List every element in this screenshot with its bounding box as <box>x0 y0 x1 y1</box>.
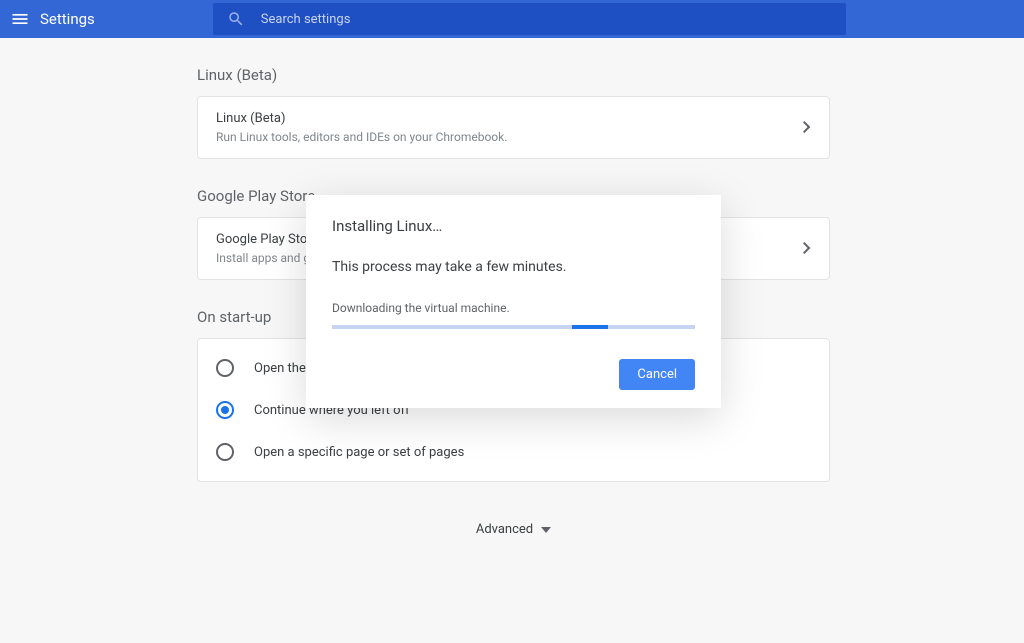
chevron-down-icon <box>541 522 551 537</box>
advanced-label: Advanced <box>476 522 533 537</box>
startup-option-specific[interactable]: Open a specific page or set of pages <box>198 431 829 473</box>
search-bar[interactable] <box>213 3 846 35</box>
chevron-right-icon <box>803 239 811 258</box>
advanced-toggle[interactable]: Advanced <box>197 522 830 537</box>
modal-status: Downloading the virtual machine. <box>332 301 695 315</box>
section-linux: Linux (Beta) Linux (Beta) Run Linux tool… <box>197 66 830 159</box>
radio-icon <box>216 443 234 461</box>
search-input[interactable] <box>261 12 761 27</box>
app-header: Settings <box>0 0 1024 38</box>
header-title: Settings <box>40 10 95 28</box>
search-icon <box>227 10 245 28</box>
cancel-button[interactable]: Cancel <box>619 359 695 390</box>
progress-bar <box>572 325 608 329</box>
radio-label: Open a specific page or set of pages <box>254 445 464 460</box>
install-linux-modal: Installing Linux… This process may take … <box>306 195 721 408</box>
linux-card-desc: Run Linux tools, editors and IDEs on you… <box>216 130 507 144</box>
linux-card-text: Linux (Beta) Run Linux tools, editors an… <box>216 111 507 144</box>
section-title-linux: Linux (Beta) <box>197 66 830 84</box>
progress-track <box>332 325 695 329</box>
modal-title: Installing Linux… <box>332 217 695 235</box>
radio-icon <box>216 401 234 419</box>
radio-icon <box>216 359 234 377</box>
menu-icon[interactable] <box>10 9 30 29</box>
linux-card[interactable]: Linux (Beta) Run Linux tools, editors an… <box>197 96 830 159</box>
modal-message: This process may take a few minutes. <box>332 259 695 275</box>
chevron-right-icon <box>803 118 811 137</box>
linux-card-title: Linux (Beta) <box>216 111 507 126</box>
modal-actions: Cancel <box>332 359 695 390</box>
